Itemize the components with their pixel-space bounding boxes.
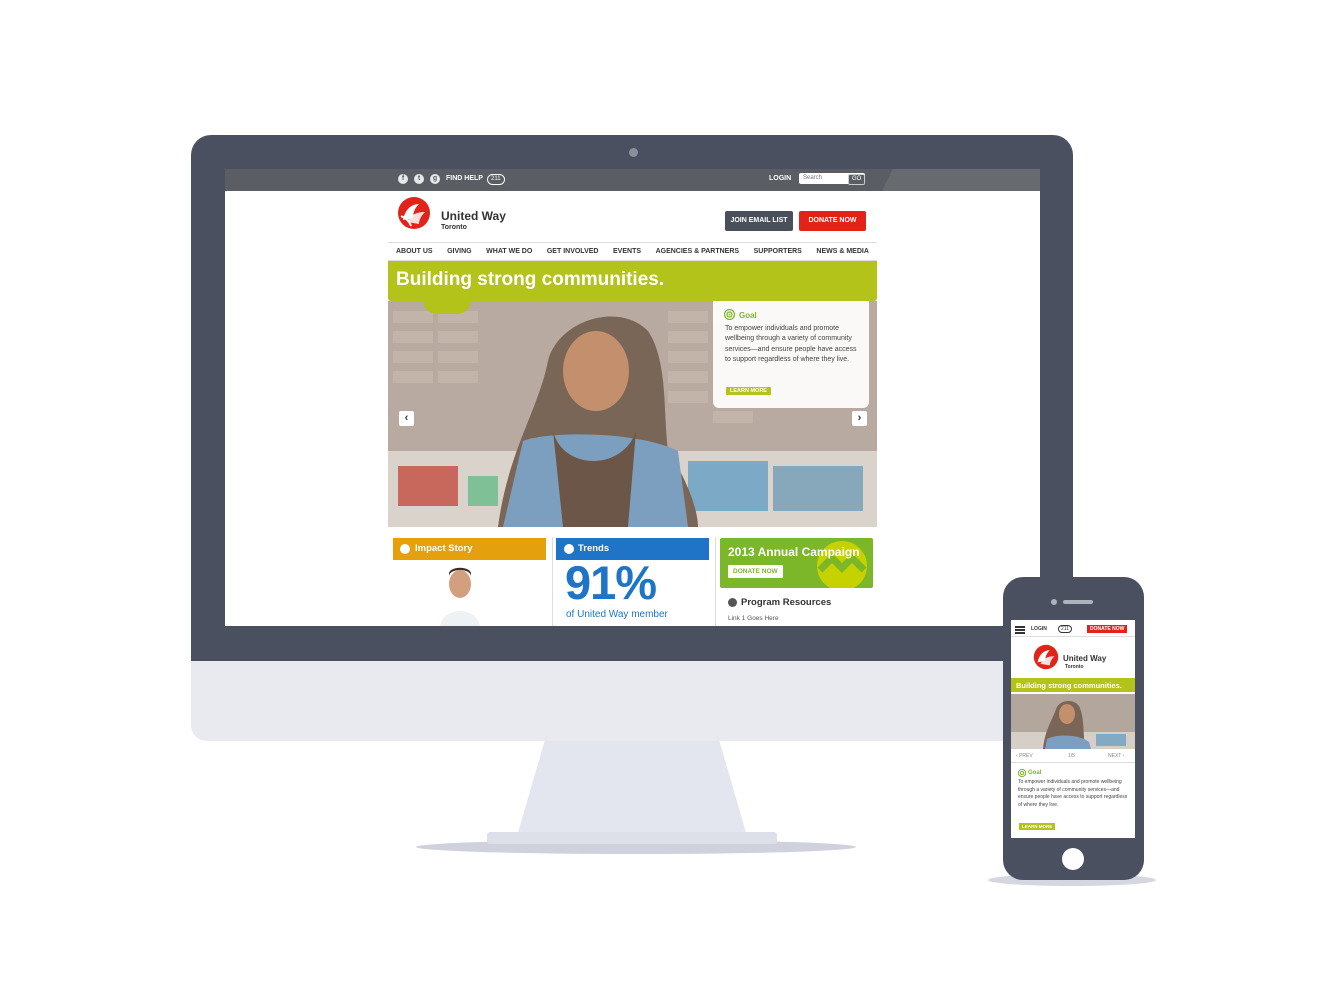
impact-story-title: Impact Story	[415, 543, 473, 554]
nav-item-get-involved[interactable]: GET INVOLVED	[547, 248, 599, 255]
program-resources-title: Program Resources	[741, 597, 832, 608]
logo-city: Toronto	[441, 224, 467, 231]
mobile-login-link[interactable]: LOGIN	[1031, 626, 1047, 632]
card-divider-2	[715, 537, 716, 626]
mobile-pager: 1/5	[1068, 753, 1075, 759]
mobile-next-button[interactable]: NEXT ›	[1108, 753, 1124, 759]
monitor-base	[487, 832, 777, 844]
help-211-badge[interactable]: 211	[487, 174, 505, 185]
googleplus-icon[interactable]: g	[430, 174, 440, 184]
phone-camera-icon	[1051, 599, 1057, 605]
monitor-chin	[191, 661, 1073, 741]
main-nav: ABOUT US GIVING WHAT WE DO GET INVOLVED …	[388, 242, 877, 261]
join-email-list-button[interactable]: JOIN EMAIL LIST	[725, 211, 793, 231]
camera-icon	[629, 148, 638, 157]
nav-item-news-media[interactable]: NEWS & MEDIA	[816, 248, 869, 255]
mobile-goal-label: Goal	[1028, 770, 1042, 776]
phone-speaker	[1063, 600, 1093, 604]
card-divider	[552, 537, 553, 626]
program-resources-link[interactable]: Link 1 Goes Here	[728, 615, 779, 622]
mobile-next-label: NEXT	[1108, 753, 1122, 759]
nav-item-agencies-partners[interactable]: AGENCIES & PARTNERS	[656, 248, 740, 255]
nav-item-what-we-do[interactable]: WHAT WE DO	[486, 248, 532, 255]
donate-now-button[interactable]: DONATE NOW	[799, 211, 866, 231]
mobile-prev-button[interactable]: ‹ PREV	[1016, 753, 1033, 759]
trends-stat: 91%	[565, 556, 657, 609]
mobile-prev-label: PREV	[1019, 753, 1033, 759]
nav-item-supporters[interactable]: SUPPORTERS	[754, 248, 802, 255]
mobile-donate-button[interactable]: DONATE NOW	[1087, 625, 1128, 633]
carousel-prev-button[interactable]: ‹	[399, 411, 414, 426]
monitor-stand	[517, 741, 747, 836]
trends-title: Trends	[578, 543, 610, 554]
impact-story-icon	[400, 544, 410, 554]
united-way-logo-icon[interactable]	[397, 196, 431, 230]
impact-story-header[interactable]: Impact Story	[393, 538, 546, 560]
phone-home-button[interactable]	[1062, 848, 1084, 870]
hamburger-menu-icon[interactable]	[1015, 626, 1025, 628]
find-help-link[interactable]: FIND HELP	[446, 175, 483, 182]
mobile-goal-text: To empower individuals and promote wellb…	[1018, 779, 1128, 808]
goal-text: To empower individuals and promote wellb…	[725, 325, 857, 363]
campaign-donate-button[interactable]: DONATE NOW	[728, 565, 783, 578]
mobile-hero-title: Building strong communities.	[1016, 681, 1122, 690]
nav-item-about-us[interactable]: ABOUT US	[396, 248, 433, 255]
hero-band-notch	[423, 300, 471, 314]
mobile-logo-name: United Way	[1063, 654, 1107, 663]
mobile-hero-photo	[1011, 694, 1135, 749]
mobile-help-211-badge[interactable]: 211	[1058, 625, 1072, 633]
goal-target-icon	[724, 309, 735, 320]
mobile-logo-icon[interactable]	[1033, 644, 1059, 670]
impact-story-portrait	[440, 567, 480, 626]
twitter-icon[interactable]: t	[414, 174, 424, 184]
mobile-learn-more-button[interactable]: LEARN MORE	[1019, 823, 1056, 830]
desktop-screen: f t g FIND HELP 211 LOGIN Search GO Unit…	[225, 169, 1040, 626]
mobile-goal-target-icon	[1018, 769, 1026, 777]
carousel-next-button[interactable]: ›	[852, 411, 867, 426]
nav-item-events[interactable]: EVENTS	[613, 248, 641, 255]
hero-title: Building strong communities.	[396, 269, 665, 290]
search-go-button[interactable]: GO	[848, 174, 866, 185]
logo-name: United Way	[441, 209, 506, 223]
program-resources-icon	[728, 598, 737, 607]
mobile-divider	[1011, 762, 1135, 763]
campaign-title: 2013 Annual Campaign	[728, 545, 860, 559]
facebook-icon[interactable]: f	[398, 174, 408, 184]
mobile-logo-city: Toronto	[1065, 664, 1084, 670]
mobile-header-divider	[1011, 636, 1135, 637]
annual-campaign-banner[interactable]: 2013 Annual Campaign DONATE NOW	[720, 538, 873, 588]
nav-item-giving[interactable]: GIVING	[447, 248, 472, 255]
learn-more-button[interactable]: LEARN MORE	[726, 387, 771, 395]
login-link[interactable]: LOGIN	[769, 175, 791, 182]
goal-label: Goal	[739, 311, 757, 320]
trends-chart-icon	[564, 544, 574, 554]
mobile-screen: LOGIN 211 DONATE NOW United Way Toronto …	[1011, 620, 1135, 838]
trends-caption: of United Way member	[566, 609, 668, 620]
